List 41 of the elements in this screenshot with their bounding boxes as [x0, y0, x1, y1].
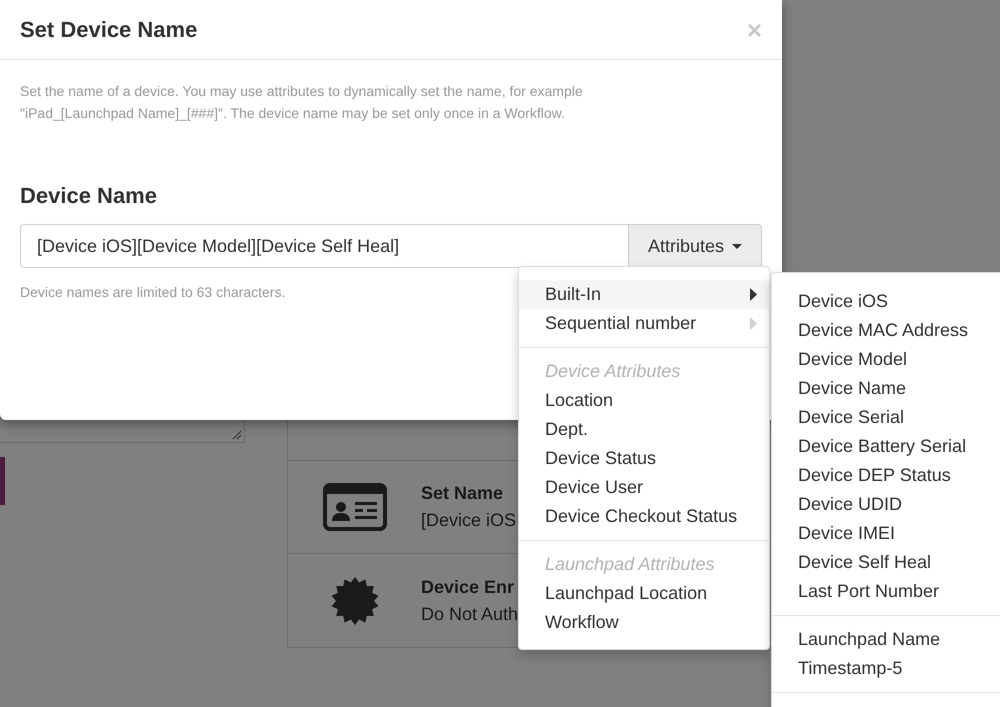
accent-bar	[0, 457, 5, 505]
menu-item[interactable]: Device Checkout Status	[519, 502, 769, 531]
id-card-icon	[322, 483, 386, 531]
menu-item[interactable]: Launchpad Location	[519, 579, 769, 608]
step-value: Do Not Auth	[421, 602, 518, 626]
menu-item[interactable]: Device DEP Status	[772, 461, 1000, 490]
caret-right-icon	[750, 288, 757, 301]
menu-header: Device Attributes	[544, 360, 682, 383]
device-name-field[interactable]: [Device iOS][Device Model][Device Self Heal]	[20, 224, 629, 268]
menu-item[interactable]: Built-In	[519, 280, 769, 309]
step-value: [Device iOS	[421, 509, 516, 532]
field-hint: Device names are limited to 63 characters.	[20, 283, 286, 302]
menu-item[interactable]: Device iOS	[772, 287, 1000, 316]
dialog-title: Set Device Name	[20, 16, 198, 44]
menu-item[interactable]: Last Port Number	[772, 577, 1000, 606]
menu-item[interactable]: Device MAC Address	[772, 316, 1000, 345]
badge-icon	[330, 576, 380, 626]
menu-item[interactable]: Device UDID	[772, 490, 1000, 519]
caret-down-icon	[732, 244, 742, 248]
menu-item[interactable]: Device Name	[772, 374, 1000, 403]
menu-item[interactable]: Device Self Heal	[772, 548, 1000, 577]
menu-item[interactable]: Device IMEI	[772, 519, 1000, 548]
menu-item[interactable]: Device Battery Serial	[772, 432, 1000, 461]
attributes-button[interactable]: Attributes	[629, 224, 762, 268]
step-title: Device Enr	[421, 576, 516, 598]
menu-item[interactable]: Workflow	[519, 608, 769, 637]
menu-item[interactable]: Sequential number	[519, 309, 769, 338]
menu-item[interactable]: Location	[519, 386, 769, 415]
dialog-description: Set the name of a device. You may use attributes to dynamically set the name, for example "iPad_[Launchpad Name]_[###]". The device name may be set only once in a Workflow.	[20, 82, 584, 123]
menu-item[interactable]: Launchpad Name	[772, 625, 1000, 654]
resize-handle-icon	[232, 430, 242, 440]
menu-item[interactable]: Dept.	[519, 415, 769, 444]
menu-header: Launchpad Attributes	[544, 553, 716, 576]
menu-item[interactable]: Device Model	[772, 345, 1000, 374]
menu-item[interactable]: Timestamp-5	[772, 654, 1000, 683]
caret-right-icon	[750, 317, 757, 330]
menu-item[interactable]: Device User	[519, 473, 769, 502]
menu-item[interactable]: Device Serial	[772, 403, 1000, 432]
field-label: Device Name	[20, 182, 158, 210]
step-title: Set Name	[421, 482, 504, 505]
menu-item[interactable]: Device Status	[519, 444, 769, 473]
